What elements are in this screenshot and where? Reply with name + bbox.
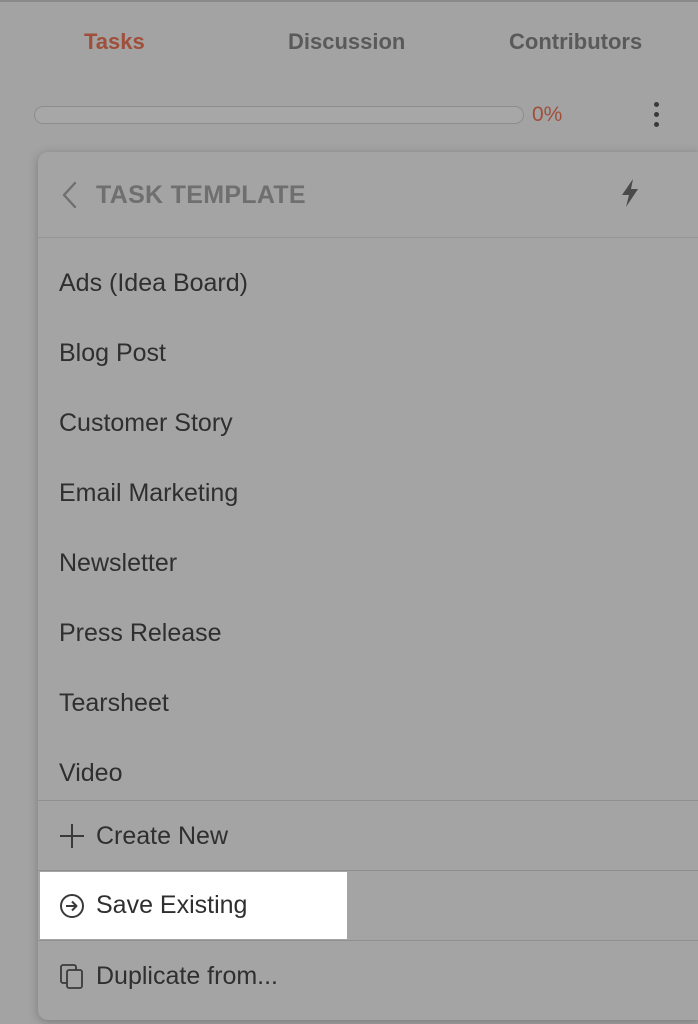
template-item[interactable]: Blog Post [38, 318, 698, 388]
duplicate-from-label: Duplicate from... [96, 962, 279, 990]
progress-bar [34, 106, 524, 124]
panel-header: TASK TEMPLATE [38, 152, 698, 238]
task-template-panel: TASK TEMPLATE Ads (Idea Board) Blog Post… [38, 152, 698, 1020]
progress-row: 0% [0, 92, 698, 140]
panel-title: TASK TEMPLATE [96, 181, 306, 209]
template-item[interactable]: Press Release [38, 598, 698, 668]
arrow-right-circle-icon [60, 894, 84, 918]
duplicate-from-button[interactable]: Duplicate from... [38, 940, 698, 1010]
vertical-ellipsis-icon [653, 101, 659, 107]
template-item[interactable]: Tearsheet [38, 668, 698, 738]
save-existing-button[interactable]: Save Existing [40, 872, 347, 939]
template-item[interactable]: Ads (Idea Board) [38, 248, 698, 318]
template-item[interactable]: Customer Story [38, 388, 698, 458]
tab-bar: Tasks Discussion Contributors [0, 0, 698, 84]
create-new-button[interactable]: Create New [38, 800, 698, 870]
plus-icon [60, 824, 84, 848]
create-new-label: Create New [96, 822, 228, 850]
template-list: Ads (Idea Board) Blog Post Customer Stor… [38, 248, 698, 808]
tab-tasks[interactable]: Tasks [84, 28, 145, 56]
progress-percentage: 0% [532, 103, 563, 126]
chevron-left-icon [62, 181, 77, 209]
lightning-bolt-icon [622, 179, 638, 207]
more-options-button[interactable] [640, 94, 672, 134]
save-existing-label: Save Existing [96, 891, 248, 919]
template-item[interactable]: Newsletter [38, 528, 698, 598]
quick-action-button[interactable] [616, 176, 644, 210]
copy-icon [60, 964, 83, 989]
template-item[interactable]: Video [38, 738, 698, 808]
tab-contributors[interactable]: Contributors [509, 28, 642, 56]
back-button[interactable] [58, 178, 82, 212]
tab-discussion[interactable]: Discussion [288, 28, 405, 56]
template-item[interactable]: Email Marketing [38, 458, 698, 528]
